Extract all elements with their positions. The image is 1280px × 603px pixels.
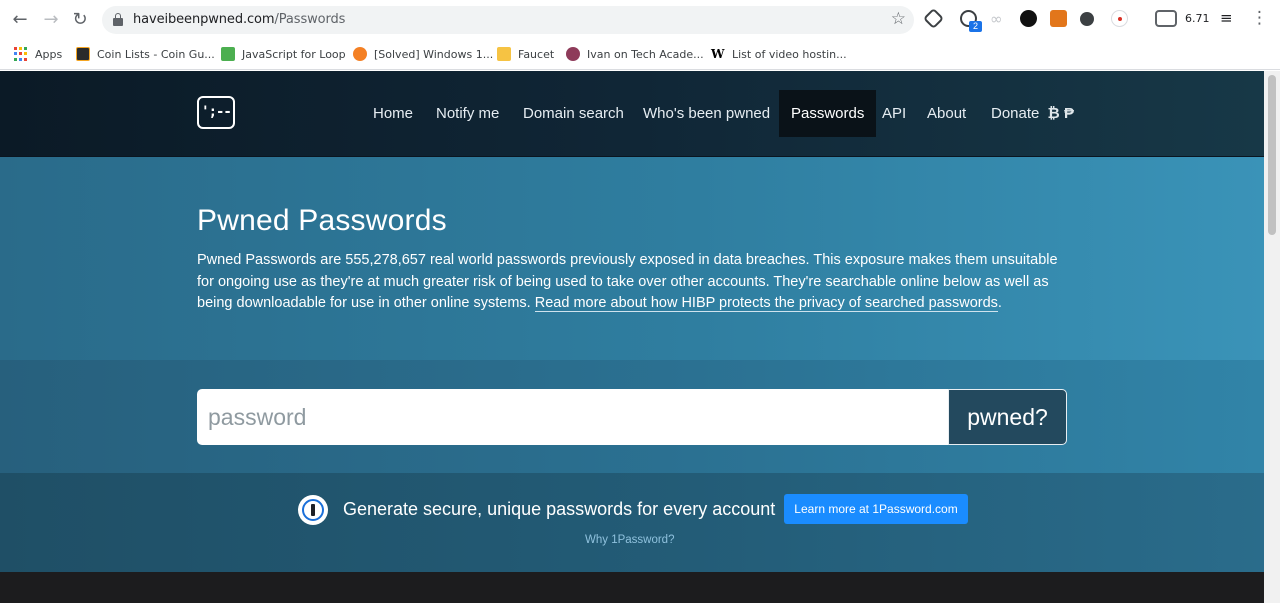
- ivan-on-tech-icon: [566, 47, 580, 61]
- promo-text: Generate secure, unique passwords for ev…: [343, 499, 776, 519]
- coin-lists-icon: [76, 47, 90, 61]
- site-header: ';-- Home Notify me Domain search Who's …: [0, 71, 1264, 157]
- bookmark-apps[interactable]: Apps: [14, 46, 62, 62]
- reload-icon[interactable]: ↻: [69, 9, 91, 31]
- bookmark-javascript-loop[interactable]: JavaScript for Loop: [221, 46, 346, 62]
- bookmark-star-icon[interactable]: ☆: [891, 9, 906, 29]
- nav-domain-search[interactable]: Domain search: [523, 90, 624, 137]
- nav-about[interactable]: About: [927, 90, 966, 137]
- w3schools-icon: [221, 47, 235, 61]
- menu-kebab-icon[interactable]: ⋮: [1251, 8, 1268, 28]
- dots-extension-icon[interactable]: [1080, 12, 1094, 26]
- bitcoin-paypal-icon: ₿ ₱: [1047, 105, 1074, 122]
- hibp-logo[interactable]: ';--: [197, 96, 235, 129]
- nav-donate-label: Donate: [991, 105, 1040, 122]
- record-extension-icon[interactable]: [1111, 10, 1128, 27]
- metamask-fox-icon[interactable]: [1050, 10, 1067, 27]
- why-onepassword-link[interactable]: Why 1Password?: [585, 534, 674, 546]
- address-bar[interactable]: haveibeenpwned.com/Passwords ☆: [102, 6, 914, 34]
- folder-icon: [497, 47, 511, 61]
- scrollbar-thumb[interactable]: [1268, 75, 1276, 235]
- nav-home[interactable]: Home: [373, 90, 413, 137]
- onepassword-logo-icon: [298, 495, 328, 525]
- lock-icon: [113, 13, 123, 26]
- onepassword-promo: Generate secure, unique passwords for ev…: [0, 473, 1264, 572]
- bookmark-coin-lists[interactable]: Coin Lists - Coin Gu...: [76, 46, 215, 62]
- page-content: ';-- Home Notify me Domain search Who's …: [0, 71, 1264, 603]
- learn-more-button[interactable]: Learn more at 1Password.com: [784, 494, 968, 524]
- s-extension-icon[interactable]: [1020, 10, 1037, 27]
- browser-toolbar: ← → ↻ haveibeenpwned.com/Passwords ☆ 2 ∞…: [0, 0, 1280, 38]
- bookmark-video-hosting[interactable]: W List of video hostin...: [711, 46, 847, 62]
- bookmark-solved-windows[interactable]: [Solved] Windows 1...: [353, 46, 493, 62]
- nav-notify-me[interactable]: Notify me: [436, 90, 499, 137]
- reading-list-icon[interactable]: ≡: [1220, 9, 1233, 27]
- price-value: 6.71: [1185, 12, 1210, 25]
- dark-section: [0, 572, 1264, 603]
- back-icon[interactable]: ←: [9, 9, 31, 31]
- wikipedia-icon: W: [711, 47, 725, 61]
- nav-api[interactable]: API: [882, 90, 906, 137]
- forward-icon[interactable]: →: [40, 9, 62, 31]
- bookmark-ivan-on-tech[interactable]: Ivan on Tech Acade...: [566, 46, 704, 62]
- privacy-link[interactable]: Read more about how HIBP protects the pr…: [534, 295, 998, 312]
- cube-extension-icon[interactable]: [922, 7, 945, 30]
- stackexchange-icon: [353, 47, 367, 61]
- nav-passwords[interactable]: Passwords: [779, 90, 877, 137]
- hero-description: Pwned Passwords are 555,278,657 real wor…: [197, 252, 1058, 312]
- nav-donate[interactable]: Donate ₿ ₱: [991, 90, 1074, 137]
- price-extension-icon[interactable]: [1155, 10, 1177, 27]
- url-text: haveibeenpwned.com/Passwords: [133, 12, 346, 27]
- bookmark-faucet[interactable]: Faucet: [497, 46, 554, 62]
- pwned-button[interactable]: pwned?: [948, 389, 1067, 445]
- page-scrollbar[interactable]: [1264, 71, 1280, 603]
- password-input[interactable]: [197, 389, 949, 445]
- page-title: Pwned Passwords: [197, 204, 447, 237]
- hero-section: Pwned Passwords Pwned Passwords are 555,…: [0, 157, 1264, 360]
- nav-whos-been-pwned[interactable]: Who's been pwned: [643, 90, 770, 137]
- infinity-extension-icon[interactable]: ∞: [990, 10, 1003, 28]
- apps-grid-icon: [14, 47, 28, 61]
- search-section: pwned?: [0, 360, 1264, 473]
- extension-badge: 2: [969, 21, 982, 32]
- bookmarks-bar: Apps Coin Lists - Coin Gu... JavaScript …: [0, 38, 1280, 70]
